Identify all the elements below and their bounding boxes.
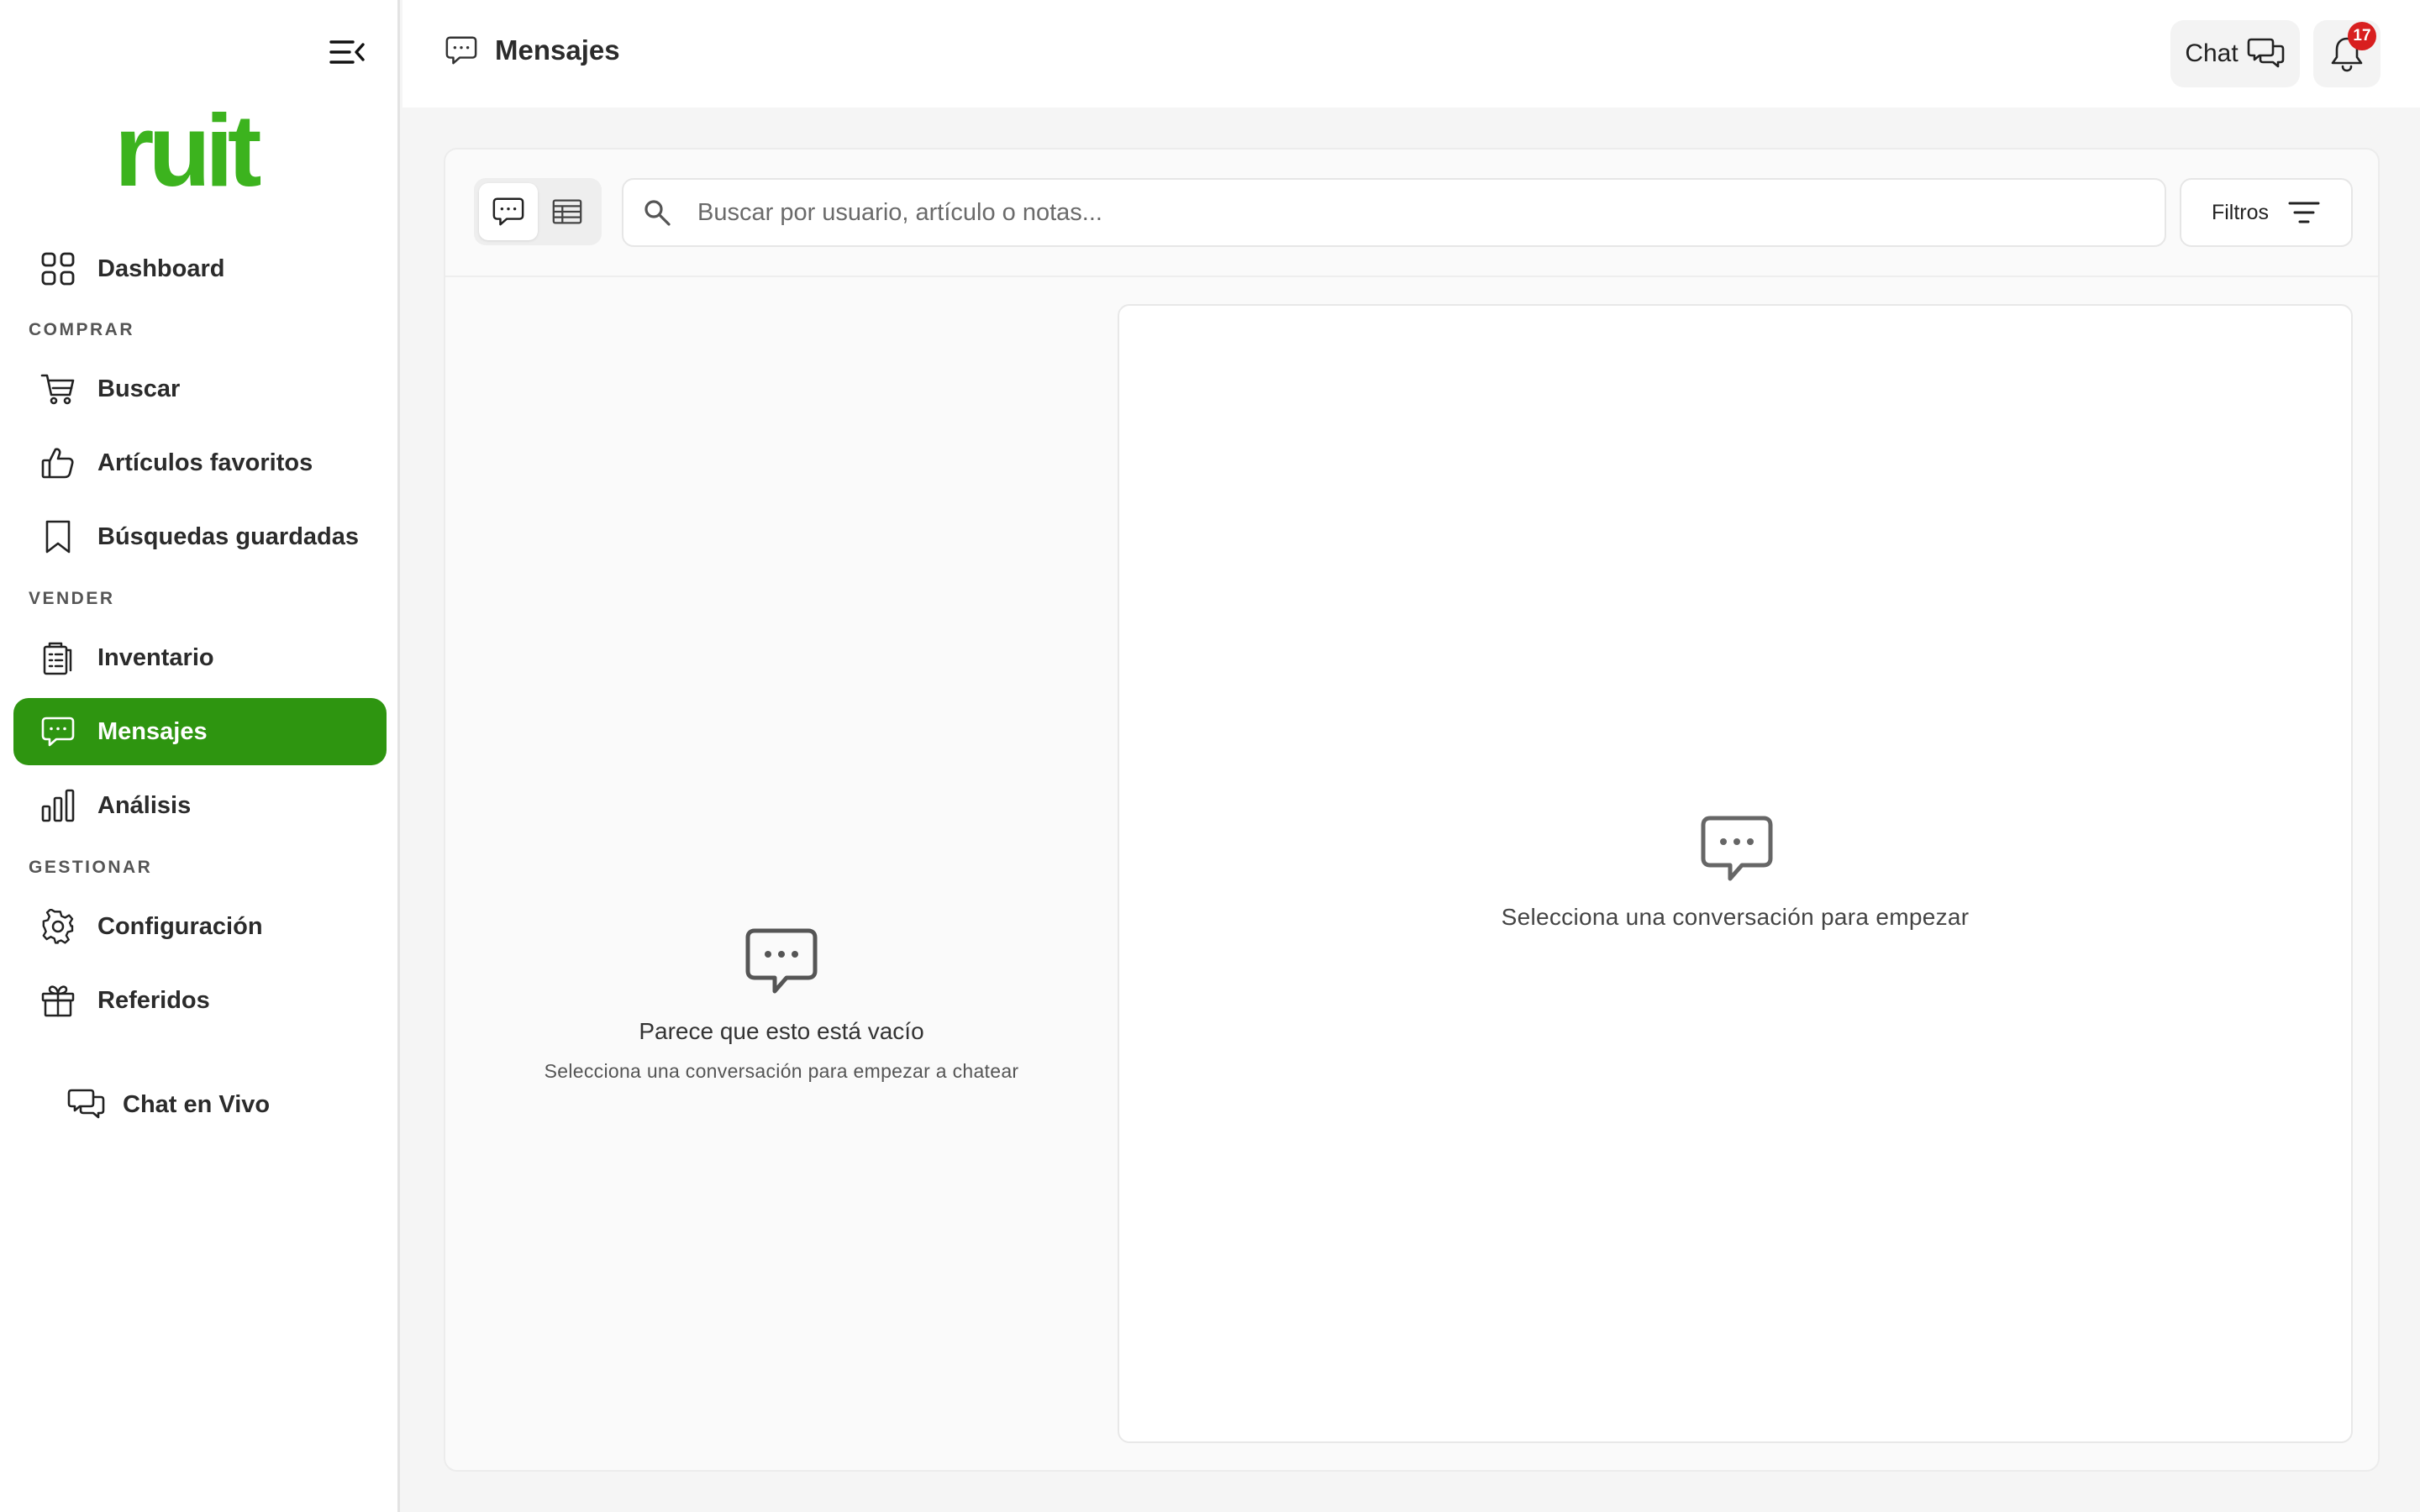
bar-chart-icon <box>41 789 75 822</box>
search-input[interactable] <box>697 198 2165 227</box>
sidebar: ruit Dashboard COMPRAR Buscar Artículos … <box>0 0 400 1512</box>
chat-button-label: Chat <box>2185 39 2238 67</box>
sidebar-item-label: Mensajes <box>97 717 208 745</box>
sidebar-item-inventario[interactable]: Inventario <box>13 624 387 691</box>
sidebar-item-label: Referidos <box>97 986 210 1014</box>
gear-icon <box>42 909 74 944</box>
search-icon <box>644 200 671 226</box>
collapse-menu-icon <box>329 40 365 64</box>
gift-icon <box>41 985 75 1017</box>
view-mode-toggle <box>474 178 602 245</box>
page-title: Mensajes <box>445 34 620 67</box>
sidebar-item-busquedas-guardadas[interactable]: Búsquedas guardadas <box>13 503 387 570</box>
top-bar: Mensajes Chat 17 <box>402 0 2420 108</box>
message-icon <box>41 717 75 747</box>
bookmark-icon <box>45 520 71 554</box>
sidebar-item-referidos[interactable]: Referidos <box>13 967 387 1034</box>
sidebar-item-mensajes[interactable]: Mensajes <box>13 698 387 765</box>
section-label-comprar: COMPRAR <box>29 320 134 339</box>
empty-state-subtitle: Selecciona una conversación para empezar… <box>544 1060 1019 1082</box>
page-title-text: Mensajes <box>495 34 620 66</box>
conversation-list: Parece que esto está vacío Selecciona un… <box>445 279 1118 1472</box>
live-chat-label: Chat en Vivo <box>123 1090 271 1118</box>
sidebar-item-analisis[interactable]: Análisis <box>13 772 387 839</box>
notification-count-badge: 17 <box>2348 22 2376 50</box>
sidebar-item-favoritos[interactable]: Artículos favoritos <box>13 429 387 496</box>
filters-button[interactable]: Filtros <box>2180 178 2353 247</box>
clipboard-icon <box>43 642 72 675</box>
chat-view-button[interactable] <box>479 183 538 240</box>
sidebar-item-label: Búsquedas guardadas <box>97 522 360 550</box>
sidebar-item-label: Dashboard <box>97 255 225 282</box>
filters-button-label: Filtros <box>2211 200 2270 224</box>
toolbar-divider <box>445 276 2378 277</box>
sidebar-item-label: Artículos favoritos <box>97 449 313 476</box>
conversation-view: Selecciona una conversación para empezar <box>1118 304 2353 1443</box>
sidebar-collapse-button[interactable] <box>326 34 368 71</box>
messages-panel: Filtros Parece que esto está vacío Selec… <box>444 148 2380 1472</box>
sidebar-item-label: Buscar <box>97 375 181 402</box>
cart-icon <box>40 374 75 405</box>
sidebar-item-label: Análisis <box>97 791 192 819</box>
message-icon <box>445 36 477 65</box>
sidebar-item-configuracion[interactable]: Configuración <box>13 893 387 960</box>
message-dots-icon <box>745 928 818 994</box>
table-view-button[interactable] <box>538 183 597 240</box>
sidebar-item-buscar[interactable]: Buscar <box>13 355 387 423</box>
chat-bubbles-icon <box>2247 38 2284 68</box>
grid-icon <box>41 252 75 286</box>
search-field[interactable] <box>622 178 2166 247</box>
section-label-vender: VENDER <box>29 589 115 608</box>
filter-icon <box>2288 202 2320 223</box>
empty-state-title: Parece que esto está vacío <box>639 1018 924 1044</box>
message-icon <box>492 197 524 226</box>
message-dots-icon <box>1701 816 1773 881</box>
thumbs-up-icon <box>41 448 74 479</box>
section-label-gestionar: GESTIONAR <box>29 858 153 877</box>
chat-bubbles-icon <box>67 1089 105 1119</box>
sidebar-item-label: Inventario <box>97 643 214 671</box>
brand-logo[interactable]: ruit <box>114 99 262 202</box>
sidebar-item-label: Configuración <box>97 912 263 940</box>
chat-button[interactable]: Chat <box>2170 20 2300 87</box>
sidebar-item-dashboard[interactable]: Dashboard <box>13 235 387 302</box>
live-chat-link[interactable]: Chat en Vivo <box>67 1085 270 1124</box>
table-icon <box>552 199 582 224</box>
conversation-placeholder-text: Selecciona una conversación para empezar <box>1501 904 1970 930</box>
